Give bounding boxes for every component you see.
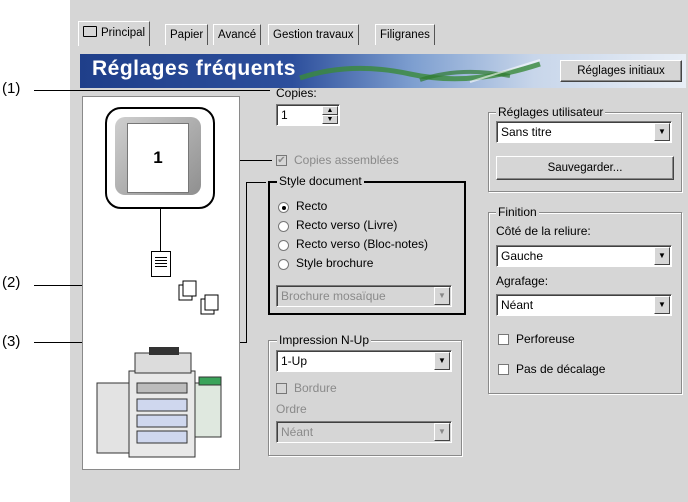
save-settings-button[interactable]: Sauvegarder... (496, 156, 674, 180)
booklet-style-dropdown[interactable]: Brochure mosaïque ▼ (276, 285, 452, 307)
radio-recto-label[interactable]: Recto (296, 199, 327, 213)
binding-side-label: Côté de la reliure: (496, 224, 591, 238)
reset-defaults-button[interactable]: Réglages initiaux (560, 60, 682, 82)
order-label: Ordre (276, 402, 307, 416)
radio-recto-verso-livre[interactable] (278, 221, 289, 232)
copies-label: Copies: (276, 86, 317, 100)
decorative-swoosh-icon (299, 59, 541, 83)
style-document-title: Style document (277, 174, 364, 188)
printer-device-icon (96, 347, 222, 458)
chevron-down-icon[interactable]: ▼ (434, 423, 450, 441)
page-preview-sheet: 1 (127, 123, 189, 193)
user-settings-dropdown[interactable]: Sans titre ▼ (496, 121, 672, 143)
binding-side-dropdown[interactable]: Gauche ▼ (496, 245, 672, 267)
radio-recto-verso-bloc-notes-label[interactable]: Recto verso (Bloc-notes) (296, 237, 428, 251)
collate-checkbox[interactable]: ✔ (276, 155, 287, 166)
connector-line (160, 207, 161, 251)
page-number: 1 (153, 148, 163, 167)
punch-checkbox[interactable] (498, 334, 509, 345)
callout-1: (1) (2, 80, 21, 97)
nup-dropdown[interactable]: 1-Up ▼ (276, 350, 452, 372)
banner-title: Réglages fréquents (92, 57, 296, 80)
nup-title: Impression N-Up (277, 333, 372, 347)
callout-3-line-v (246, 182, 247, 343)
staple-dropdown[interactable]: Néant ▼ (496, 294, 672, 316)
tab-avance[interactable]: Avancé (213, 24, 262, 45)
finishing-title: Finition (496, 205, 539, 219)
tab-filigranes[interactable]: Filigranes (375, 24, 435, 45)
user-settings-title: Réglages utilisateur (496, 105, 606, 119)
no-offset-label[interactable]: Pas de décalage (516, 362, 605, 376)
spin-down-icon[interactable]: ▼ (322, 115, 338, 124)
radio-recto[interactable] (278, 202, 289, 213)
callout-3: (3) (2, 333, 21, 350)
page-preview-frame: 1 (105, 107, 215, 209)
border-checkbox[interactable] (276, 383, 287, 394)
tab-principal[interactable]: Principal (78, 21, 151, 46)
tab-gestion-travaux[interactable]: Gestion travaux (268, 24, 359, 45)
radio-style-brochure-label[interactable]: Style brochure (296, 256, 373, 270)
collate-label: Copies assemblées (294, 153, 399, 167)
spin-up-icon[interactable]: ▲ (322, 106, 338, 115)
callout-1-line (34, 90, 270, 91)
chevron-down-icon[interactable]: ▼ (654, 123, 670, 141)
callout-2: (2) (2, 274, 21, 291)
callout-3-line-h (246, 182, 266, 183)
preview-pane: 1 (82, 96, 240, 470)
chevron-down-icon[interactable]: ▼ (654, 296, 670, 314)
tab-papier[interactable]: Papier (165, 24, 209, 45)
order-dropdown[interactable]: Néant ▼ (276, 421, 452, 443)
radio-recto-verso-livre-label[interactable]: Recto verso (Livre) (296, 218, 397, 232)
copies-spinner[interactable]: ▲ ▼ (322, 106, 338, 124)
copies-input[interactable]: 1 ▲ ▼ (276, 104, 340, 126)
printer-icon (83, 26, 97, 37)
punch-label[interactable]: Perforeuse (516, 332, 575, 346)
chevron-down-icon[interactable]: ▼ (654, 247, 670, 265)
no-offset-checkbox[interactable] (498, 364, 509, 375)
radio-recto-verso-bloc-notes[interactable] (278, 240, 289, 251)
chevron-down-icon[interactable]: ▼ (434, 352, 450, 370)
staple-label: Agrafage: (496, 274, 549, 288)
document-icon (151, 251, 171, 277)
chevron-down-icon[interactable]: ▼ (434, 287, 450, 305)
multiple-copies-icon (178, 280, 219, 315)
radio-style-brochure[interactable] (278, 259, 289, 270)
border-label: Bordure (294, 381, 337, 395)
